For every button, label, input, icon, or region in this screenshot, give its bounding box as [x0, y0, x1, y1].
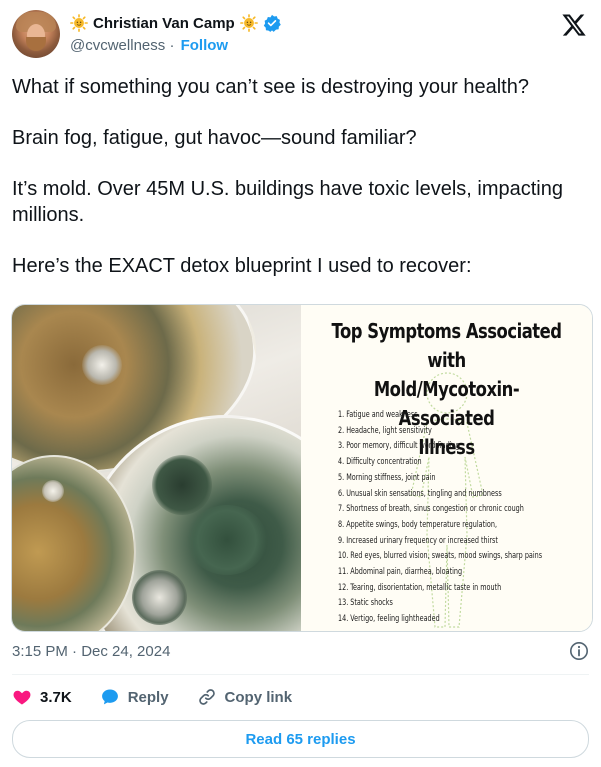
symptoms-infographic: Top Symptoms Associated with Mold/Mycoto… [301, 305, 592, 631]
like-button[interactable]: 3.7K [12, 687, 72, 707]
list-item: 7. Shortness of breath, sinus congestion… [338, 503, 524, 515]
tweet-timestamp[interactable]: 3:15 PM · Dec 24, 2024 [12, 642, 170, 662]
tweet-media-image[interactable]: Top Symptoms Associated with Mold/Mycoto… [11, 304, 593, 632]
like-count: 3.7K [40, 688, 72, 706]
verified-badge-icon [263, 14, 281, 32]
copy-link-button[interactable]: Copy link [197, 687, 293, 707]
reply-button[interactable]: Reply [100, 687, 169, 707]
list-item: 10. Red eyes, blurred vision, sweats, mo… [338, 550, 543, 562]
tweet-paragraph: Brain fog, fatigue, gut havoc—sound fami… [12, 127, 417, 149]
link-icon [198, 689, 215, 705]
author-name[interactable]: Christian Van Camp [93, 15, 235, 32]
list-item: 11. Abdominal pain, diarrhea, bloating [338, 566, 463, 578]
list-item: 5. Morning stiffness, joint pain [338, 471, 436, 483]
follow-button[interactable]: Follow [181, 37, 229, 54]
speech-bubble-icon [101, 689, 118, 705]
list-item: 12. Tearing, disorientation, metallic ta… [338, 581, 502, 593]
tweet-paragraph: What if something you can’t see is destr… [12, 76, 529, 98]
separator-dot: · [169, 37, 175, 54]
list-item: 1. Fatigue and weakness [338, 409, 418, 420]
list-item: 4. Difficulty concentration [338, 456, 422, 468]
list-item: 13. Static shocks [338, 597, 393, 609]
mold-petri-dish-photo [12, 305, 301, 631]
x-logo-icon[interactable] [561, 12, 587, 38]
list-item: 14. Vertigo, feeling lightheaded [338, 613, 440, 625]
divider [12, 674, 589, 675]
tweet-text: What if something you can’t see is destr… [12, 74, 593, 304]
author-handle-row: @cvcwellness · Follow [70, 36, 228, 56]
author-name-row: Christian Van Camp [70, 12, 281, 34]
reply-label: Reply [127, 688, 169, 706]
heart-icon [13, 690, 31, 705]
author-handle[interactable]: @cvcwellness [70, 37, 165, 54]
symptoms-list: 1. Fatigue and weakness 2. Headache, lig… [338, 407, 592, 627]
list-item: 2. Headache, light sensitivity [338, 424, 432, 436]
tweet-paragraph: It’s mold. Over 45M U.S. buildings have … [12, 178, 563, 226]
list-item: 6. Unusual skin sensations, tingling and… [338, 487, 502, 499]
tweet-paragraph: Here’s the EXACT detox blueprint I used … [12, 255, 472, 277]
copy-link-label: Copy link [224, 688, 293, 706]
sun-emoji-icon [70, 14, 88, 32]
info-icon[interactable] [569, 641, 589, 661]
list-item: 8. Appetite swings, body temperature reg… [338, 518, 498, 530]
sun-emoji-icon [239, 14, 258, 32]
tweet-actions: 3.7K Reply Copy link [12, 685, 320, 709]
read-replies-button[interactable]: Read 65 replies [12, 720, 589, 758]
avatar[interactable] [12, 10, 60, 58]
list-item: 9. Increased urinary frequency or increa… [338, 534, 498, 546]
list-item: 3. Poor memory, difficult word finding [338, 440, 460, 452]
tweet-header: Christian Van Camp @cvcwellness · Follow [12, 10, 589, 60]
